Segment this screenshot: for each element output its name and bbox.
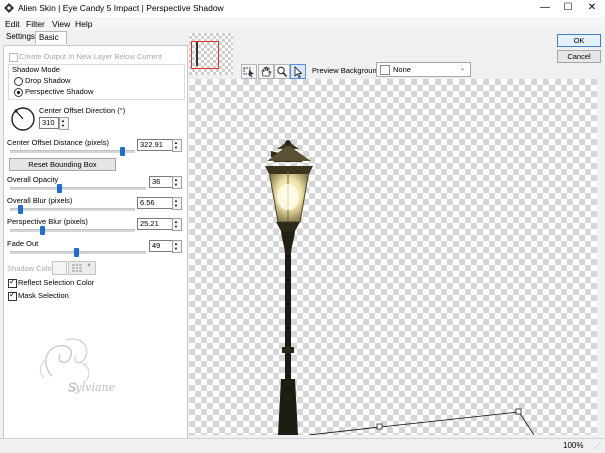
menu-view[interactable]: View [52, 19, 70, 29]
shadow-color-picker[interactable]: ▼ [68, 261, 96, 275]
distance-slider-track[interactable] [10, 150, 135, 153]
perspective-blur-slider-track[interactable] [10, 229, 135, 232]
shadow-color-label: Shadow Color [7, 264, 55, 273]
direction-spinner[interactable]: ▲ ▼ [59, 117, 69, 130]
preview-image [265, 140, 535, 435]
perspective-blur-label: Perspective Blur (pixels) [7, 217, 88, 226]
opacity-slider-thumb[interactable] [57, 184, 63, 193]
hand-tool-button[interactable] [258, 64, 274, 79]
fade-out-spinner[interactable]: ▲ ▼ [172, 240, 182, 253]
perspective-shadow-radio[interactable] [14, 88, 23, 97]
direction-dial[interactable] [10, 106, 36, 132]
mask-selection-checkbox[interactable]: ✓ [8, 290, 17, 301]
dropdown-arrow-icon: ⌄ [460, 66, 466, 72]
preview-thumbnail[interactable] [189, 33, 233, 75]
tab-settings[interactable]: Settings [3, 31, 39, 43]
create-output-checkbox[interactable] [9, 53, 18, 62]
chevron-down-icon: ▼ [86, 263, 92, 269]
zoom-tool-button[interactable] [274, 64, 290, 79]
zoom-level: 100% [563, 441, 584, 450]
menu-filter[interactable]: Filter [26, 19, 45, 29]
perspective-blur-input[interactable]: 25.21 [137, 218, 173, 230]
fade-out-slider-thumb[interactable] [74, 248, 80, 257]
blur-spinner[interactable]: ▲ ▼ [172, 197, 182, 210]
close-button[interactable]: ✕ [582, 0, 602, 17]
hand-tool-icon [261, 66, 272, 77]
cancel-button[interactable]: Cancel [557, 50, 601, 63]
ok-button[interactable]: OK [557, 34, 601, 47]
color-grid-icon [72, 264, 82, 272]
opacity-slider-track[interactable] [10, 187, 146, 190]
menu-edit[interactable]: Edit [5, 19, 20, 29]
perspective-blur-spinner[interactable]: ▲ ▼ [172, 218, 182, 231]
blur-slider-thumb[interactable] [18, 205, 24, 214]
zoom-tool-icon [277, 66, 288, 78]
opacity-spinner[interactable]: ▲ ▼ [172, 176, 182, 189]
blur-label: Overall Blur (pixels) [7, 196, 73, 205]
maximize-button[interactable]: ☐ [558, 0, 578, 17]
check-icon: ✓ [9, 290, 16, 299]
menu-help[interactable]: Help [75, 19, 92, 29]
shadow-mode-label: Shadow Mode [12, 65, 60, 74]
drop-shadow-radio[interactable] [14, 77, 23, 86]
basic-panel: Create Output In New Layer Below Current… [3, 45, 188, 441]
create-output-label: Create Output In New Layer Below Current [19, 52, 162, 61]
select-tool-button[interactable] [241, 64, 257, 79]
blur-input[interactable]: 6.56 [137, 197, 173, 209]
preview-background-select[interactable]: None ⌄ [376, 62, 471, 77]
distance-input[interactable]: 322.91 [137, 139, 173, 151]
tab-basic[interactable]: Basic [35, 31, 67, 44]
street-lamp [265, 140, 313, 435]
status-bar: 100% ⋰ [0, 438, 605, 453]
fade-out-input[interactable]: 49 [149, 240, 173, 252]
opacity-input[interactable]: 36 [149, 176, 173, 188]
perspective-shadow-label: Perspective Shadow [25, 87, 94, 96]
direction-input[interactable]: 310 [39, 117, 59, 129]
preview-background-label: Preview Background: [312, 66, 383, 75]
select-tool-icon [243, 67, 254, 78]
app-icon [4, 3, 14, 13]
pointer-tool-icon [294, 66, 303, 79]
pointer-tool-button[interactable] [290, 64, 306, 79]
thumbnail-lamp [196, 42, 198, 66]
fade-out-label: Fade Out [7, 239, 39, 248]
distance-slider-thumb[interactable] [120, 147, 126, 156]
radio-selected-dot [17, 91, 20, 94]
reset-bounding-box-button[interactable]: Reset Bounding Box [9, 158, 116, 171]
mask-selection-label: Mask Selection [18, 291, 69, 300]
preview-background-value: None [393, 65, 411, 74]
preview-canvas[interactable] [189, 79, 597, 435]
distance-label: Center Offset Distance (pixels) [7, 138, 109, 147]
reflect-selection-checkbox[interactable]: ✓ [8, 277, 17, 288]
window-title: Alien Skin | Eye Candy 5 Impact | Perspe… [18, 3, 224, 13]
shadow-color-swatch[interactable] [52, 261, 67, 275]
title-bar: Alien Skin | Eye Candy 5 Impact | Perspe… [0, 0, 605, 17]
background-swatch-icon [380, 65, 390, 75]
distance-spinner[interactable]: ▲ ▼ [172, 139, 182, 152]
direction-label: Center Offset Direction (°) [39, 106, 126, 115]
resize-grip-icon[interactable]: ⋰ [594, 442, 601, 450]
opacity-label: Overall Opacity [7, 175, 59, 184]
drop-shadow-label: Drop Shadow [25, 76, 71, 85]
watermark-text: Sylviane [68, 381, 116, 394]
perspective-blur-slider-thumb[interactable] [40, 226, 45, 235]
check-icon: ✓ [9, 277, 16, 286]
menu-bar: Edit Filter View Help [0, 17, 605, 30]
minimize-button[interactable]: — [535, 0, 555, 17]
reflect-selection-label: Reflect Selection Color [18, 278, 95, 287]
blur-slider-track[interactable] [10, 208, 135, 211]
perspective-bounding-box[interactable] [308, 408, 535, 435]
